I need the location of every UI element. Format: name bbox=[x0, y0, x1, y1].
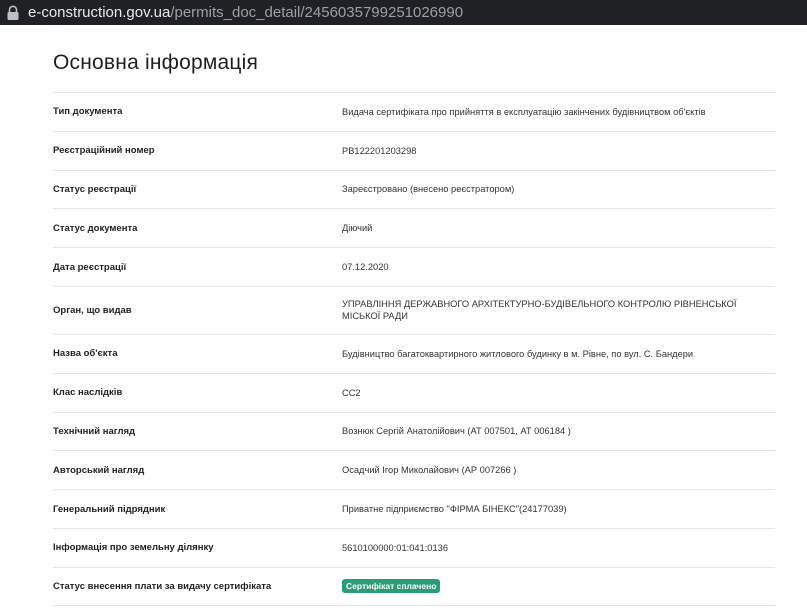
info-row-registration-status: Статус реєстрації Зареєстровано (внесено… bbox=[53, 169, 775, 209]
info-row-document-type: Тип документа Видача сертифіката про при… bbox=[53, 92, 775, 131]
info-value: Зареєстровано (внесено реєстратором) bbox=[342, 184, 515, 195]
info-value: СС2 bbox=[342, 387, 361, 398]
info-value: Видача сертифіката про прийняття в експл… bbox=[342, 106, 706, 117]
info-label: Тип документа bbox=[53, 106, 123, 118]
info-row-land-plot: Інформація про земельну ділянку 56101000… bbox=[53, 527, 775, 567]
info-label: Назва об'єкта bbox=[53, 348, 118, 360]
info-value: УПРАВЛІННЯ ДЕРЖАВНОГО АРХІТЕКТУРНО-БУДІВ… bbox=[342, 299, 737, 322]
info-label: Статус реєстрації bbox=[53, 183, 137, 195]
info-value: РВ122201203298 bbox=[342, 145, 417, 156]
info-value: 5610100000:01:041:0136 bbox=[342, 542, 448, 553]
info-row-author-supervision: Авторський нагляд Осадчий Ігор Миколайов… bbox=[53, 450, 775, 489]
browser-address-bar[interactable]: e-construction.gov.ua/permits_doc_detail… bbox=[0, 0, 807, 25]
info-label: Дата реєстрації bbox=[53, 261, 127, 273]
info-row-consequence-class: Клас наслідків СС2 bbox=[53, 372, 775, 412]
info-label: Статус внесення плати за видачу сертифік… bbox=[53, 580, 272, 592]
info-label: Реєстраційний номер bbox=[53, 145, 155, 157]
url-text[interactable]: e-construction.gov.ua/permits_doc_detail… bbox=[28, 4, 463, 21]
info-row-general-contractor: Генеральний підрядник Приватне підприємс… bbox=[53, 489, 775, 528]
info-value: Вознюк Сергій Анатолійович (АТ 007501, А… bbox=[342, 426, 571, 437]
payment-status-badge: Сертифікат сплачено bbox=[342, 579, 441, 594]
info-value: 07.12.2020 bbox=[342, 262, 389, 273]
page-content: Основна інформація Тип документа Видача … bbox=[0, 25, 807, 609]
info-value: Приватне підприємство "ФІРМА БІНЕКС"(241… bbox=[342, 504, 567, 515]
lock-icon[interactable] bbox=[6, 5, 20, 21]
url-path: /permits_doc_detail/2456035799251026990 bbox=[170, 4, 464, 21]
info-label: Технічний нагляд bbox=[53, 425, 136, 437]
info-row-document-status: Статус документа Діючий bbox=[53, 208, 775, 247]
info-row-payment-status: Статус внесення плати за видачу сертифік… bbox=[53, 566, 775, 606]
info-row-technical-supervision: Технічний нагляд Вознюк Сергій Анатолійо… bbox=[53, 411, 775, 451]
url-host: e-construction.gov.ua bbox=[28, 4, 171, 21]
info-row-registration-number: Реєстраційний номер РВ122201203298 bbox=[53, 130, 775, 170]
info-row-registration-date: Дата реєстрації 07.12.2020 bbox=[53, 247, 775, 286]
info-label: Статус документа bbox=[53, 222, 138, 234]
info-label: Авторський нагляд bbox=[53, 464, 145, 476]
info-value: Діючий bbox=[342, 223, 373, 234]
info-value: Сертифікат сплачено bbox=[342, 579, 775, 594]
info-table: Тип документа Видача сертифіката про при… bbox=[53, 92, 775, 606]
info-label: Клас наслідків bbox=[53, 387, 123, 399]
info-label: Інформація про земельну ділянку bbox=[53, 542, 214, 554]
info-value: Будівництво багатоквартирного житлового … bbox=[342, 348, 694, 359]
info-row-issuing-authority: Орган, що видав УПРАВЛІННЯ ДЕРЖАВНОГО АР… bbox=[53, 285, 775, 334]
info-label: Орган, що видав bbox=[53, 304, 132, 316]
info-value: Осадчий Ігор Миколайович (АР 007266 ) bbox=[342, 465, 517, 476]
page-title: Основна інформація bbox=[53, 51, 259, 74]
info-row-object-name: Назва об'єкта Будівництво багатоквартирн… bbox=[53, 333, 775, 373]
info-label: Генеральний підрядник bbox=[53, 503, 166, 515]
